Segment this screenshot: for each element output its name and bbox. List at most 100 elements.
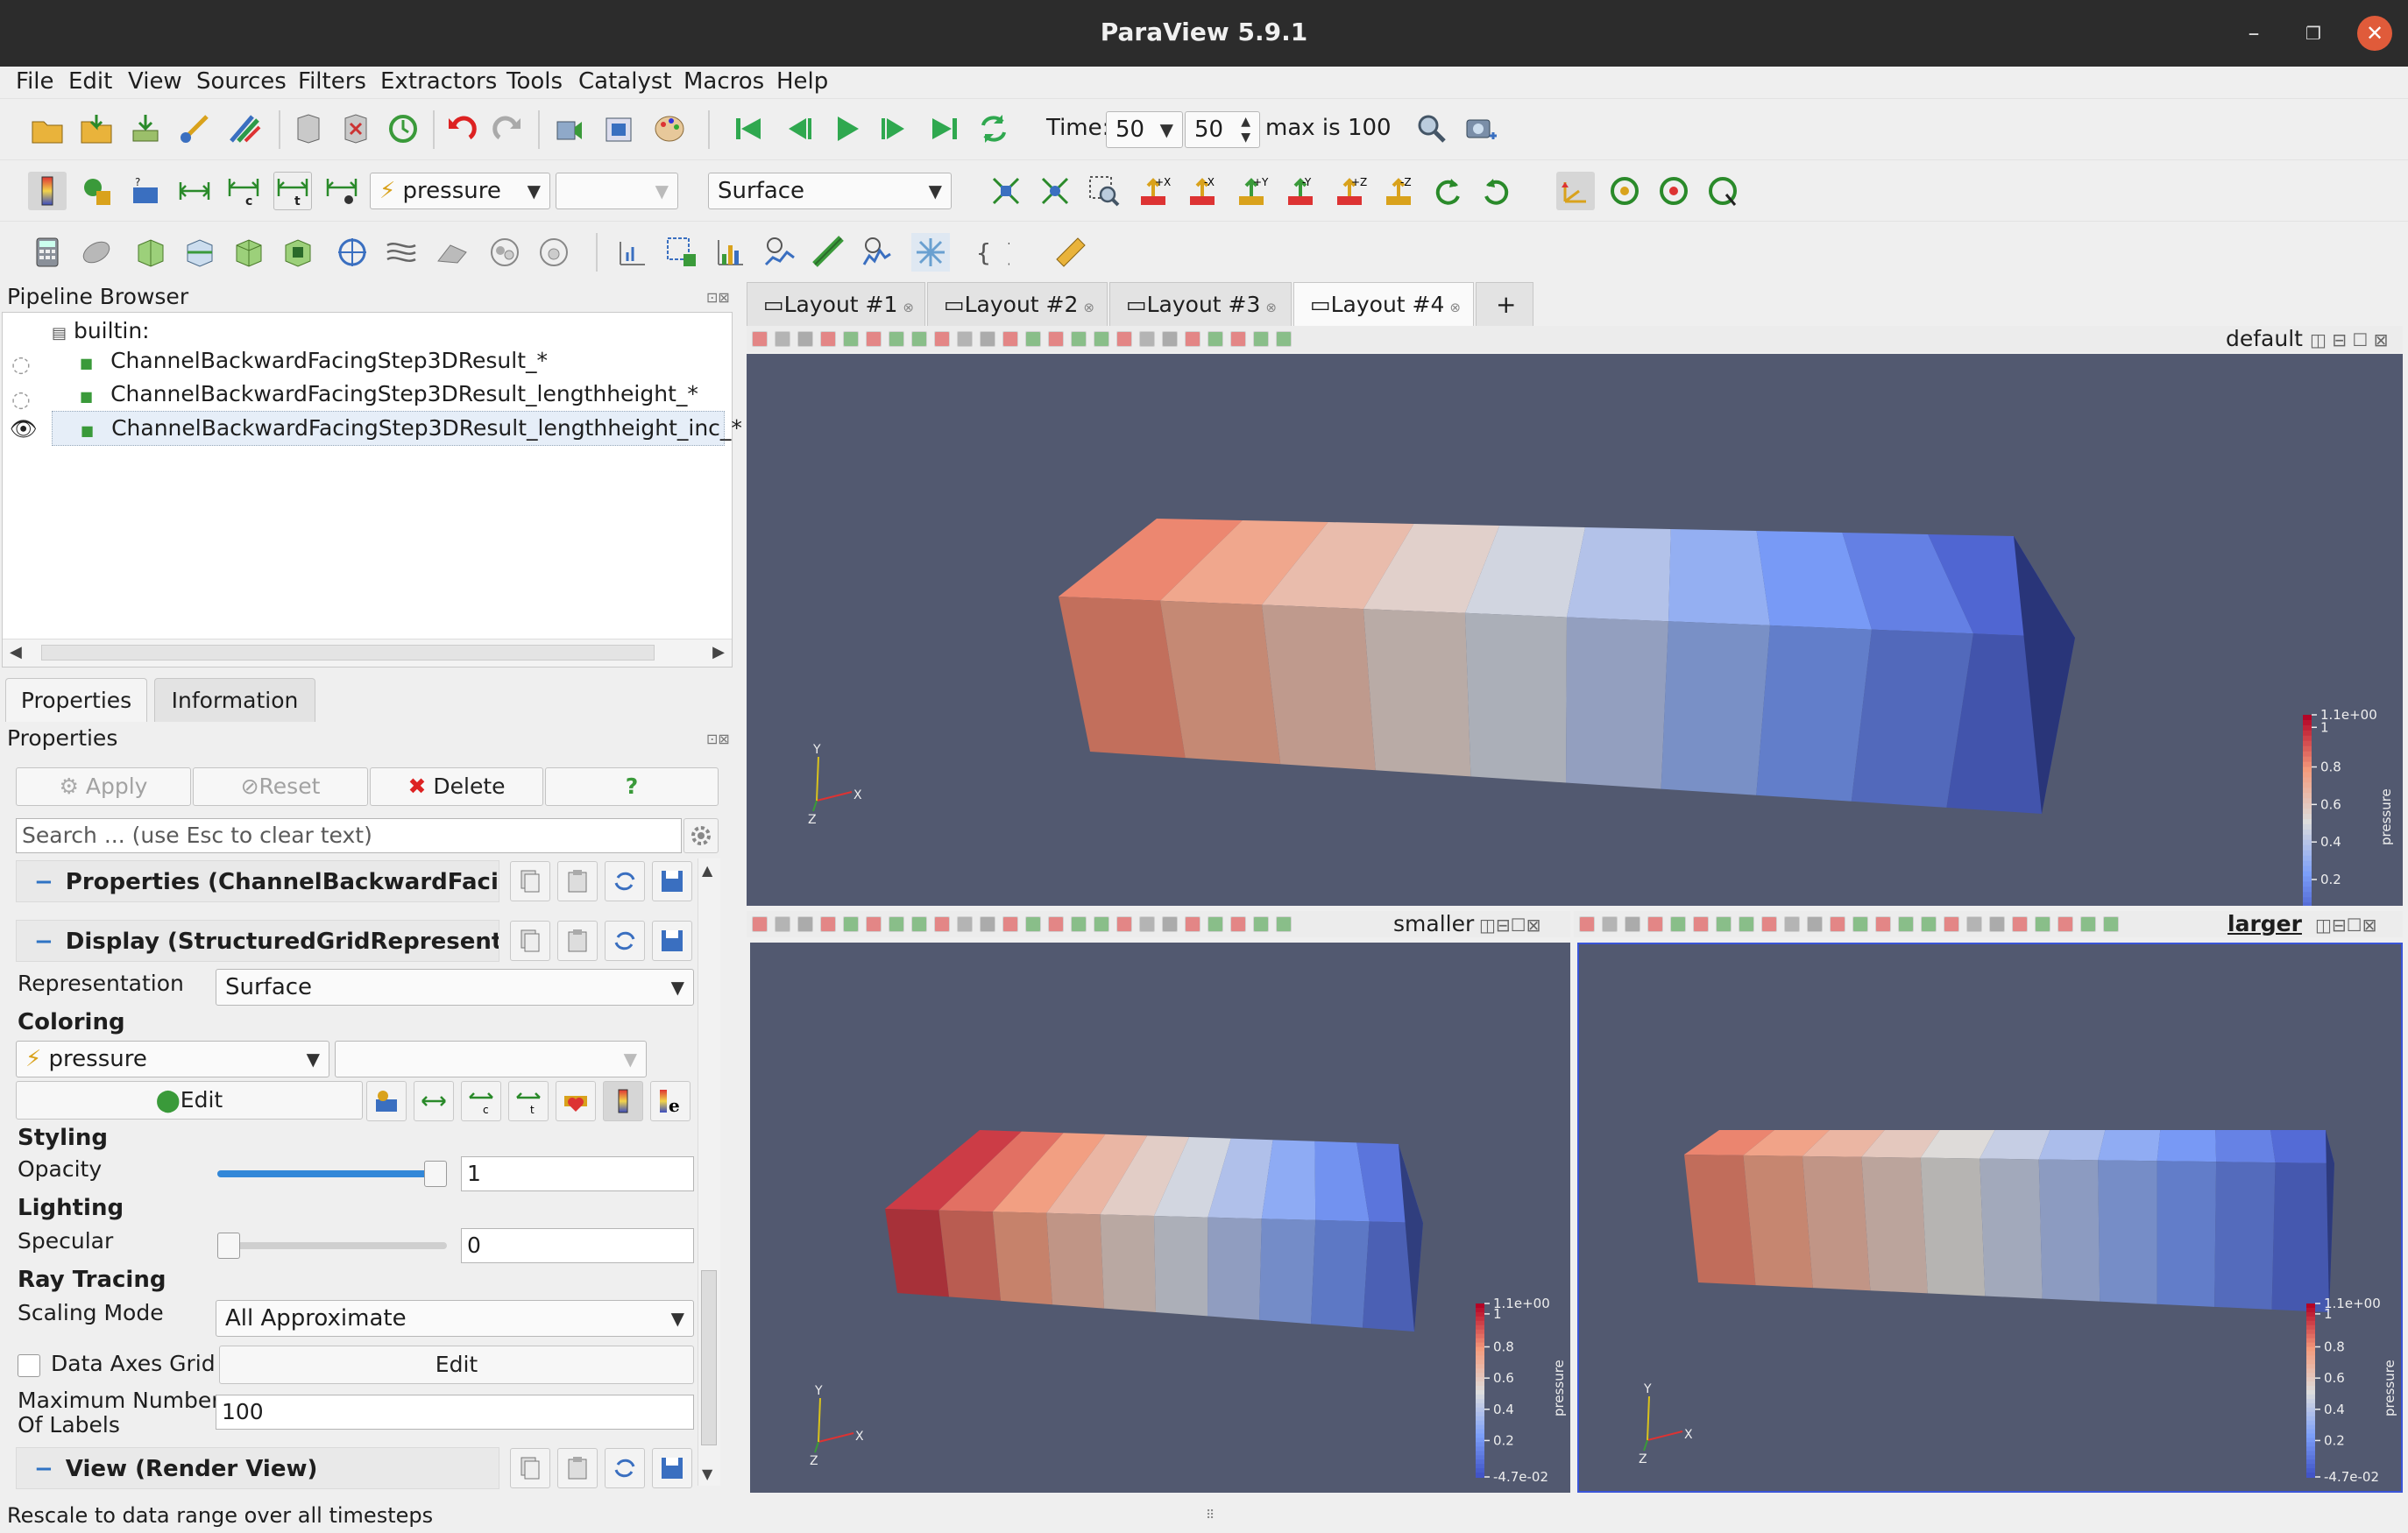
view-tool-icon[interactable] bbox=[775, 331, 790, 347]
choose-preset-icon[interactable] bbox=[366, 1081, 407, 1121]
view-tool-icon[interactable] bbox=[1693, 916, 1709, 932]
reset-range-icon[interactable]: ? bbox=[126, 172, 165, 210]
view-tool-icon[interactable] bbox=[1094, 916, 1109, 932]
color-palette-icon[interactable] bbox=[650, 110, 689, 148]
view-plus-z-icon[interactable]: +Z bbox=[1330, 172, 1369, 210]
view-split-icons[interactable]: ◫⊟☐⊠ bbox=[1479, 915, 1540, 936]
view-tool-icon[interactable] bbox=[752, 331, 768, 347]
reset-camera-icon[interactable] bbox=[987, 172, 1025, 210]
copy-icon[interactable] bbox=[510, 921, 550, 961]
rescale-data-range-icon[interactable] bbox=[175, 172, 214, 210]
opacity-input[interactable]: 1 bbox=[461, 1156, 694, 1191]
view-tool-icon[interactable] bbox=[1230, 916, 1246, 932]
view-tool-icon[interactable] bbox=[1276, 331, 1292, 347]
view-tool-icon[interactable] bbox=[752, 916, 768, 932]
capture-screenshot-icon[interactable] bbox=[1462, 110, 1500, 148]
section-view[interactable]: − View (Render View) bbox=[16, 1447, 499, 1489]
camera-redo-icon[interactable] bbox=[599, 110, 638, 148]
time-index-spinbox[interactable]: 50 ▲ ▼ bbox=[1185, 111, 1260, 148]
view-tool-icon[interactable] bbox=[775, 916, 790, 932]
view-tool-icon[interactable] bbox=[1784, 916, 1800, 932]
rescale-temporal-icon[interactable]: t bbox=[273, 172, 312, 210]
view-tool-icon[interactable] bbox=[820, 331, 836, 347]
view-tool-icon[interactable] bbox=[2057, 916, 2073, 932]
favorite-preset-icon[interactable] bbox=[556, 1081, 596, 1121]
save-defaults-icon[interactable] bbox=[652, 1448, 692, 1488]
view-tool-icon[interactable] bbox=[1716, 916, 1732, 932]
pipeline-item[interactable]: ■ ChannelBackwardFacingStep3DResult_leng… bbox=[80, 381, 698, 406]
python-script-icon[interactable]: { } bbox=[973, 233, 1011, 272]
help-button[interactable]: ? bbox=[545, 767, 719, 806]
eye-visible-icon[interactable]: 👁 bbox=[10, 416, 38, 442]
view-tool-icon[interactable] bbox=[911, 916, 927, 932]
view-tool-icon[interactable] bbox=[866, 916, 882, 932]
view-tool-icon[interactable] bbox=[820, 916, 836, 932]
close-icon[interactable]: ✕ bbox=[2357, 16, 2392, 51]
paste-icon[interactable] bbox=[557, 1448, 598, 1488]
view-tool-icon[interactable] bbox=[1185, 916, 1200, 932]
view-tool-icon[interactable] bbox=[2080, 916, 2096, 932]
view-tool-icon[interactable] bbox=[2035, 916, 2050, 932]
settings-gear-icon[interactable] bbox=[683, 818, 719, 853]
center-axes-icon[interactable] bbox=[1605, 172, 1644, 210]
view-tool-icon[interactable] bbox=[1944, 916, 1959, 932]
view-tool-icon[interactable] bbox=[1647, 916, 1663, 932]
contour-icon[interactable] bbox=[77, 233, 116, 272]
representation-dropdown[interactable]: Surface ▼ bbox=[216, 969, 694, 1006]
camera-undo-icon[interactable] bbox=[549, 110, 587, 148]
menu-filters[interactable]: Filters bbox=[298, 68, 366, 95]
save-state-icon[interactable] bbox=[289, 110, 328, 148]
menu-tools[interactable]: Tools bbox=[506, 68, 563, 95]
copy-icon[interactable] bbox=[510, 1448, 550, 1488]
open-recent-icon[interactable] bbox=[77, 110, 116, 148]
view-tool-icon[interactable] bbox=[1276, 916, 1292, 932]
restore-defaults-icon[interactable] bbox=[605, 921, 645, 961]
menu-help[interactable]: Help bbox=[776, 68, 828, 95]
view-tool-icon[interactable] bbox=[866, 331, 882, 347]
view-tool-icon[interactable] bbox=[889, 916, 904, 932]
view-tool-icon[interactable] bbox=[1253, 916, 1269, 932]
view-tool-icon[interactable] bbox=[1071, 331, 1087, 347]
paste-icon[interactable] bbox=[557, 861, 598, 901]
menu-view[interactable]: View bbox=[128, 68, 182, 95]
view-tool-icon[interactable] bbox=[1989, 916, 2005, 932]
view-plus-x-icon[interactable]: +X bbox=[1134, 172, 1172, 210]
minimize-icon[interactable]: – bbox=[2236, 16, 2271, 51]
view-tool-icon[interactable] bbox=[843, 916, 859, 932]
render-view-larger[interactable]: 1.1e+00 1 0.8 0.6 0.4 0.2 -4.7e-02 pressure X Y Z bbox=[1577, 943, 2403, 1493]
rotate-plus-90-icon[interactable] bbox=[1428, 172, 1467, 210]
glyph-icon[interactable] bbox=[333, 233, 372, 272]
reset-button[interactable]: ⊘Reset bbox=[193, 767, 368, 806]
restore-icon[interactable]: ❐ bbox=[2296, 16, 2331, 51]
view-tool-icon[interactable] bbox=[1670, 916, 1686, 932]
group-datasets-icon[interactable] bbox=[485, 233, 524, 272]
color-map-editor-icon[interactable] bbox=[77, 172, 116, 210]
ray-tracing-icon[interactable] bbox=[911, 233, 950, 272]
view-tool-icon[interactable] bbox=[1208, 916, 1223, 932]
color-by-select[interactable]: ⚡ pressure ▼ bbox=[370, 173, 550, 209]
extract-level-icon[interactable] bbox=[535, 233, 573, 272]
save-defaults-icon[interactable] bbox=[652, 921, 692, 961]
view-split-icons[interactable]: ◫⊟☐⊠ bbox=[2315, 915, 2376, 936]
section-properties[interactable]: − Properties (ChannelBackwardFacing bbox=[16, 860, 499, 902]
view-tool-icon[interactable] bbox=[1002, 916, 1018, 932]
view-tool-icon[interactable] bbox=[1966, 916, 1982, 932]
rescale-visible-icon[interactable] bbox=[322, 172, 361, 210]
coloring-array-select[interactable]: ⚡ pressure ▼ bbox=[16, 1041, 329, 1077]
toggle-orientation-axes-icon[interactable] bbox=[1556, 172, 1595, 210]
open-folder-icon[interactable] bbox=[28, 110, 67, 148]
splitter-handle[interactable]: ⠿ bbox=[1206, 1498, 1215, 1533]
extract-subset-icon[interactable] bbox=[279, 233, 317, 272]
view-tool-icon[interactable] bbox=[1625, 916, 1640, 932]
specular-slider-track[interactable] bbox=[217, 1242, 447, 1249]
view-tool-icon[interactable] bbox=[2012, 916, 2028, 932]
pipeline-item[interactable]: ■ ChannelBackwardFacingStep3DResult_* bbox=[80, 348, 548, 373]
view-tool-icon[interactable] bbox=[797, 916, 813, 932]
connect-icon[interactable] bbox=[175, 110, 214, 148]
restore-defaults-icon[interactable] bbox=[605, 1448, 645, 1488]
menu-file[interactable]: File bbox=[16, 68, 54, 95]
ruler-icon[interactable] bbox=[1052, 233, 1090, 272]
zoom-find-icon[interactable] bbox=[1413, 110, 1451, 148]
render-view-top[interactable]: 1.1e+0010.80.60.40.2-4.7e-02pressureXYZ bbox=[747, 354, 2403, 906]
stream-tracer-icon[interactable] bbox=[382, 233, 421, 272]
